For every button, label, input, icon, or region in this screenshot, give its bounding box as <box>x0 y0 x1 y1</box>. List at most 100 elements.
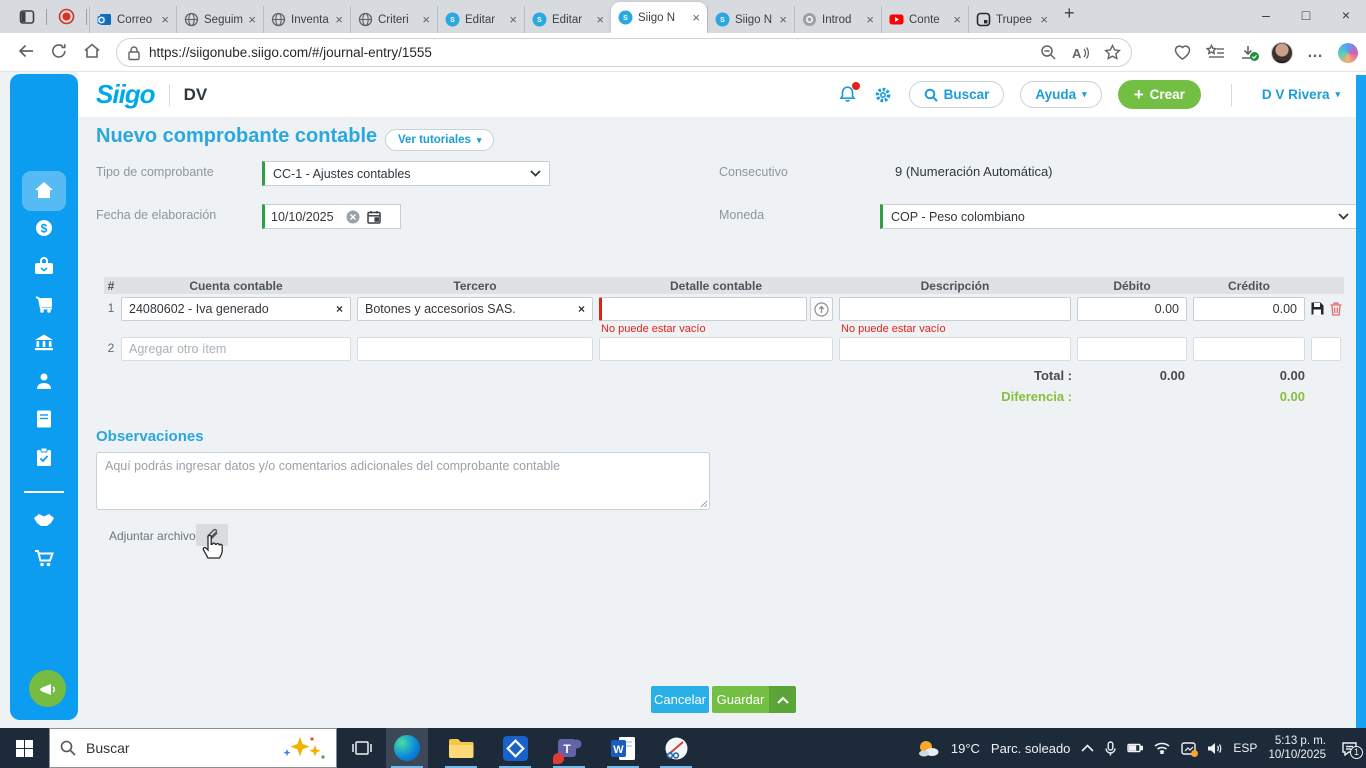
browser-essentials-icon[interactable] <box>1173 43 1192 62</box>
close-window-button[interactable]: × <box>1326 0 1366 30</box>
close-icon[interactable]: × <box>866 13 874 26</box>
tercero-input-new[interactable] <box>357 337 593 361</box>
downloads-icon[interactable] <box>1239 44 1259 62</box>
new-tab-button[interactable]: + <box>1055 0 1084 33</box>
page-scrollbar[interactable] <box>1356 75 1366 728</box>
tab-siigo-2[interactable]: S Siigo N × <box>707 6 794 33</box>
refresh-icon[interactable] <box>49 41 69 61</box>
tab-criteri[interactable]: Criteri × <box>350 6 437 33</box>
home-icon[interactable] <box>82 41 102 61</box>
close-icon[interactable]: × <box>422 13 430 26</box>
delete-row-icon[interactable] <box>1329 301 1343 316</box>
taskbar-app-snip[interactable] <box>655 728 697 768</box>
wifi-icon[interactable] <box>1154 742 1170 754</box>
copilot-icon[interactable] <box>1338 42 1358 63</box>
sidebar-item-contacts[interactable] <box>10 371 78 391</box>
tutorials-button[interactable]: Ver tutoriales ▾ <box>385 129 495 151</box>
resize-handle[interactable] <box>700 500 708 508</box>
tipo-comprobante-select[interactable]: CC-1 - Ajustes contables <box>262 161 550 186</box>
workspaces-icon[interactable] <box>10 0 44 33</box>
sidebar-item-purchases[interactable] <box>10 256 78 276</box>
taskbar-app-word[interactable]: W <box>602 728 644 768</box>
close-icon[interactable]: × <box>953 13 961 26</box>
sidebar-item-partners[interactable] <box>10 510 78 528</box>
close-icon[interactable]: × <box>248 13 256 26</box>
clear-icon[interactable]: × <box>578 302 585 316</box>
task-view-button[interactable] <box>341 728 383 768</box>
tab-trupee[interactable]: Trupee × <box>968 6 1055 33</box>
detalle-lookup-button[interactable] <box>810 297 833 321</box>
clock[interactable]: 5:13 p. m. 10/10/2025 <box>1268 734 1326 762</box>
volume-icon[interactable] <box>1207 742 1222 755</box>
credito-input[interactable]: 0.00 <box>1193 297 1305 321</box>
taskbar-app-devops[interactable] <box>494 728 536 768</box>
tab-conte[interactable]: Conte × <box>881 6 968 33</box>
save-row-icon[interactable] <box>1310 301 1325 316</box>
debito-input[interactable]: 0.00 <box>1077 297 1187 321</box>
close-icon[interactable]: × <box>596 13 604 26</box>
read-aloud-icon[interactable]: A <box>1071 45 1090 61</box>
sidebar-item-home[interactable] <box>10 180 78 200</box>
gear-icon[interactable] <box>873 85 893 105</box>
sidebar-item-ledger[interactable] <box>10 409 78 429</box>
add-item-input[interactable]: Agregar otro ítem <box>121 337 351 361</box>
back-icon[interactable] <box>16 41 36 61</box>
close-icon[interactable]: × <box>509 13 517 26</box>
help-button[interactable]: Ayuda ▾ <box>1020 81 1102 108</box>
taskbar-search[interactable]: Buscar <box>49 728 337 768</box>
moneda-select[interactable]: COP - Peso colombiano <box>880 204 1358 229</box>
close-icon[interactable]: × <box>692 11 700 24</box>
clear-icon[interactable]: × <box>336 302 343 316</box>
battery-icon[interactable] <box>1127 742 1144 754</box>
save-options-button[interactable] <box>769 686 796 713</box>
fecha-input[interactable] <box>262 204 401 229</box>
more-menu-icon[interactable]: … <box>1307 44 1324 62</box>
user-menu[interactable]: D V Rivera ▾ <box>1262 87 1340 102</box>
siigo-logo[interactable]: Siigo <box>96 79 156 110</box>
tab-siigo-active[interactable]: S Siigo N × <box>611 2 707 33</box>
save-button[interactable]: Guardar <box>712 686 769 713</box>
close-icon[interactable]: × <box>161 13 169 26</box>
tab-introd[interactable]: Introd × <box>794 6 881 33</box>
tab-editar-1[interactable]: S Editar × <box>437 6 524 33</box>
url-input[interactable] <box>149 45 1032 60</box>
detalle-input[interactable] <box>599 297 807 321</box>
close-icon[interactable]: × <box>335 13 343 26</box>
start-button[interactable] <box>0 728 48 768</box>
sidebar-item-sales[interactable]: $ <box>10 218 78 238</box>
tab-editar-2[interactable]: S Editar × <box>524 6 611 33</box>
sidebar-item-bank[interactable] <box>10 332 78 352</box>
weather-temp[interactable]: 19°C <box>951 741 980 756</box>
sidebar-item-inventory[interactable] <box>10 294 78 314</box>
tab-inventa[interactable]: Inventa × <box>263 6 350 33</box>
announcements-button[interactable] <box>29 670 66 707</box>
action-center-button[interactable]: 1 <box>1341 741 1363 759</box>
close-icon[interactable]: × <box>1040 13 1048 26</box>
tab-seguim[interactable]: Seguim × <box>176 6 263 33</box>
debito-input-new[interactable] <box>1077 337 1187 361</box>
weather-desc[interactable]: Parc. soleado <box>991 741 1071 756</box>
attach-file-button[interactable] <box>196 524 228 546</box>
language-indicator[interactable]: ESP <box>1233 741 1257 755</box>
tray-expand-icon[interactable] <box>1081 744 1094 752</box>
observaciones-textarea[interactable] <box>96 452 710 510</box>
minimize-button[interactable]: – <box>1246 0 1286 30</box>
microphone-icon[interactable] <box>1105 740 1117 756</box>
cuenta-input[interactable]: 24080602 - Iva generado × <box>121 297 351 321</box>
sidebar-item-shop[interactable] <box>10 548 78 568</box>
detalle-input-new[interactable] <box>599 337 833 361</box>
taskbar-app-teams[interactable]: T <box>548 728 590 768</box>
favorite-star-icon[interactable] <box>1104 44 1121 61</box>
cancel-button[interactable]: Cancelar <box>651 686 709 713</box>
meet-now-icon[interactable] <box>1181 741 1199 757</box>
restore-button[interactable]: □ <box>1286 0 1326 30</box>
create-button[interactable]: + Crear <box>1117 80 1201 109</box>
profile-avatar[interactable] <box>1271 41 1293 64</box>
taskbar-app-edge[interactable] <box>386 728 428 768</box>
favorites-bar-icon[interactable] <box>1206 44 1225 61</box>
descripcion-input[interactable] <box>839 297 1071 321</box>
sidebar-item-tasks[interactable] <box>10 447 78 467</box>
record-icon[interactable] <box>49 0 84 33</box>
descripcion-input-new[interactable] <box>839 337 1071 361</box>
close-icon[interactable]: × <box>779 13 787 26</box>
